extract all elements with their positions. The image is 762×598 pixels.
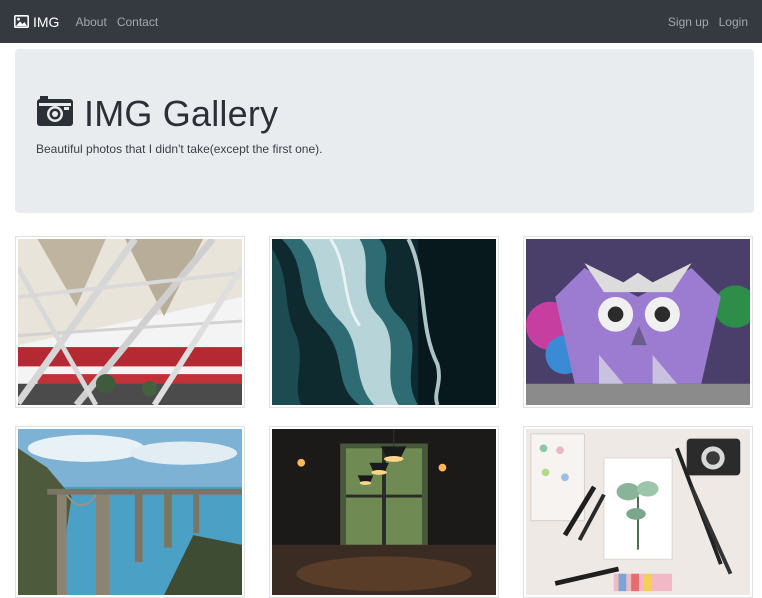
- nav-link-login[interactable]: Login: [719, 11, 748, 33]
- gallery-item[interactable]: [15, 426, 245, 598]
- cafe-lamps-photo: [272, 429, 496, 595]
- gallery-item[interactable]: [15, 236, 245, 408]
- nav-link-signup[interactable]: Sign up: [668, 11, 709, 33]
- nav-right: Sign up Login: [668, 11, 748, 33]
- owl-graffiti-photo: [526, 239, 750, 405]
- coastal-bridge-photo: [18, 429, 242, 595]
- gallery-item[interactable]: [523, 236, 753, 408]
- hero-banner: IMG Gallery Beautiful photos that I didn…: [15, 49, 754, 213]
- brand-link[interactable]: IMG: [14, 14, 59, 30]
- page-subtitle: Beautiful photos that I didn't take(exce…: [36, 142, 323, 156]
- art-supplies-photo: [526, 429, 750, 595]
- hero-title-row: IMG Gallery: [36, 95, 733, 132]
- stadium-photo: [18, 239, 242, 405]
- image-icon: [14, 15, 29, 28]
- nav-left: About Contact: [75, 11, 158, 33]
- brand-text: IMG: [33, 13, 60, 30]
- nav-link-about[interactable]: About: [75, 11, 106, 33]
- nav-link-contact[interactable]: Contact: [117, 11, 158, 33]
- gallery-item[interactable]: [269, 426, 499, 598]
- gallery-item[interactable]: [523, 426, 753, 598]
- ocean-waves-photo: [272, 239, 496, 405]
- navbar: IMG About Contact Sign up Login: [0, 0, 762, 43]
- gallery-item[interactable]: [269, 236, 499, 408]
- camera-icon: [36, 95, 74, 132]
- page-title: IMG Gallery: [84, 92, 279, 134]
